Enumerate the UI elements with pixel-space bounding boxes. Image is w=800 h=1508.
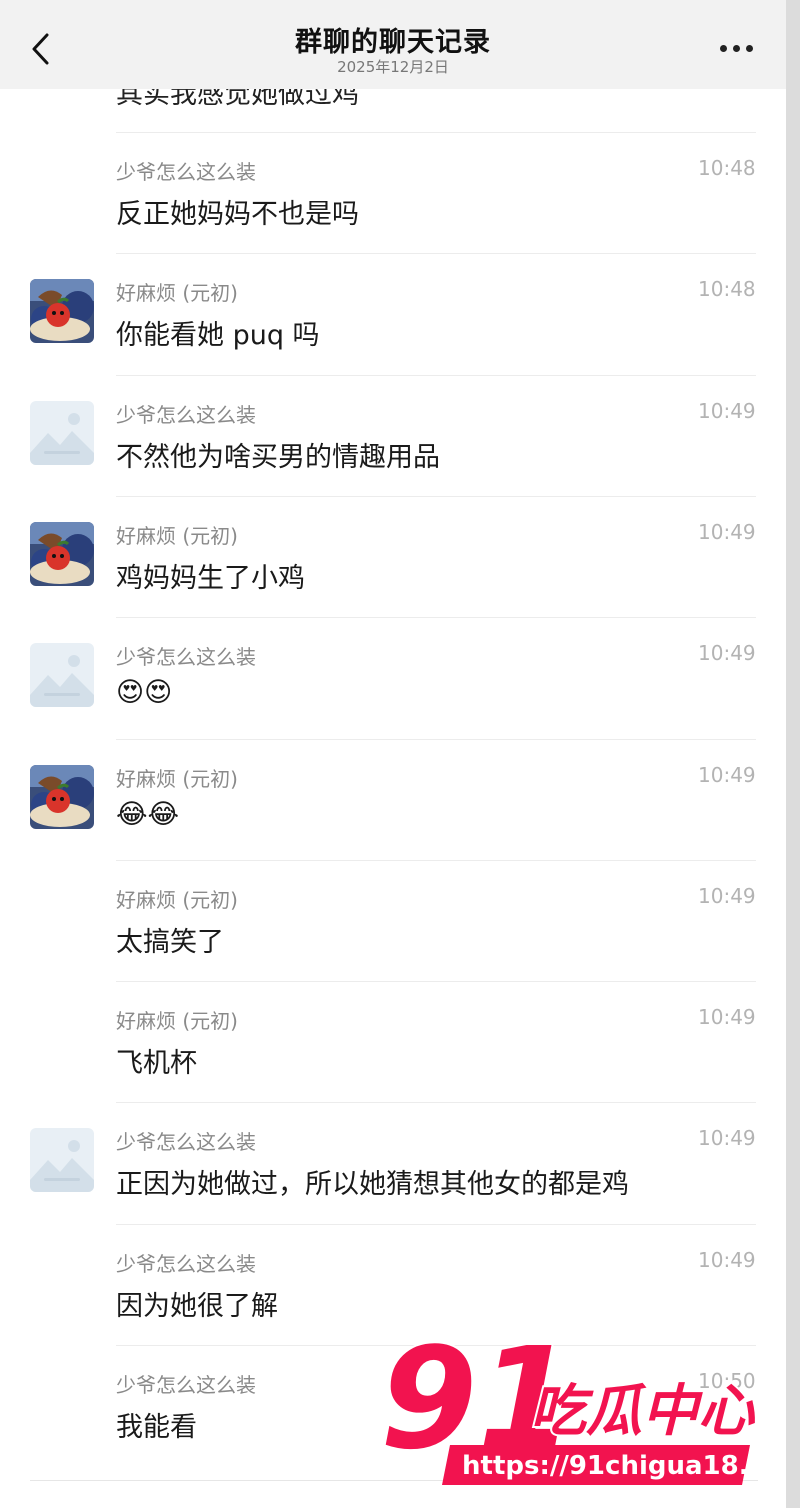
image-placeholder-icon [30,643,94,707]
top-bar: 群聊的聊天记录 2025年12月2日 [0,0,786,89]
message-divider [116,617,756,618]
message-divider [116,981,756,982]
sender-name[interactable]: 好麻烦 (元初) [116,884,238,913]
screen-edge [786,0,800,1508]
chat-title: 群聊的聊天记录 [295,27,491,58]
chat-date: 2025年12月2日 [337,58,449,76]
message-divider [116,375,756,376]
fruit-avatar-icon [30,522,94,586]
avatar[interactable] [30,279,94,343]
message-text[interactable]: 因为她很了解 [116,1284,278,1323]
message-row[interactable]: 少爷怎么这么装 10:49 不然他为啥买男的情趣用品 [0,375,786,496]
sender-name[interactable]: 好麻烦 (元初) [116,1005,238,1034]
sender-name[interactable]: 少爷怎么这么装 [116,1248,256,1277]
sender-name[interactable]: 少爷怎么这么装 [116,156,256,185]
message-text[interactable]: 正因为她做过，所以她猜想其他女的都是鸡 [116,1162,629,1201]
watermark-url: https://91chigua18.com [462,1451,780,1481]
message-row[interactable]: 好麻烦 (元初) 10:48 你能看她 puq 吗 [0,253,786,374]
message-row[interactable]: 好麻烦 (元初) 10:49 鸡妈妈生了小鸡 [0,496,786,617]
fruit-avatar-icon [30,765,94,829]
message-time: 10:48 [698,156,756,180]
message-divider [116,1102,756,1103]
message-text[interactable]: 你能看她 puq 吗 [116,313,320,352]
message-text[interactable]: 不然他为啥买男的情趣用品 [116,435,440,474]
avatar[interactable] [30,401,94,465]
message-row[interactable]: 少爷怎么这么装 10:49 正因为她做过，所以她猜想其他女的都是鸡 [0,1102,786,1223]
watermark-label: 吃瓜中心 [530,1379,756,1444]
message-time: 10:49 [698,884,756,908]
message-time: 10:49 [698,1126,756,1150]
message-time: 10:49 [698,1005,756,1029]
sender-name[interactable]: 少爷怎么这么装 [116,641,256,670]
message-row[interactable]: 好麻烦 (元初) 10:49 飞机杯 [0,981,786,1102]
message-text[interactable]: 鸡妈妈生了小鸡 [116,556,305,595]
message-text[interactable]: 😍😍 [116,677,172,708]
dot-icon [745,44,753,52]
message-time: 10:49 [698,763,756,787]
message-text[interactable]: 太搞笑了 [116,920,224,959]
image-placeholder-icon [30,1128,94,1192]
watermark-logo: 91 吃瓜中心 https://91chigua18.com [378,1316,800,1495]
sender-name[interactable]: 好麻烦 (元初) [116,763,238,792]
fruit-avatar-icon [30,279,94,343]
more-options-button[interactable] [712,30,760,66]
message-divider [116,1224,756,1225]
message-text[interactable]: 反正她妈妈不也是吗 [116,192,359,231]
image-placeholder-icon [30,401,94,465]
sender-name[interactable]: 少爷怎么这么装 [116,1126,256,1155]
sender-name[interactable]: 少爷怎么这么装 [116,399,256,428]
message-text[interactable]: 飞机杯 [116,1041,197,1080]
sender-name[interactable]: 好麻烦 (元初) [116,520,238,549]
message-divider [116,253,756,254]
sender-name[interactable]: 少爷怎么这么装 [116,1369,256,1398]
avatar[interactable] [30,1128,94,1192]
message-row[interactable]: 少爷怎么这么装 10:49 😍😍 [0,617,786,738]
message-row[interactable]: 少爷怎么这么装 10:49 因为她很了解 [0,1224,786,1345]
avatar[interactable] [30,522,94,586]
message-time: 10:48 [698,277,756,301]
message-time: 10:49 [698,641,756,665]
message-time: 10:49 [698,520,756,544]
message-divider [116,496,756,497]
message-divider [116,860,756,861]
message-divider [116,132,756,133]
message-time: 10:49 [698,399,756,423]
message-text[interactable]: 😂😂 [116,799,179,830]
avatar[interactable] [30,765,94,829]
message-time: 10:49 [698,1248,756,1272]
sender-name[interactable]: 好麻烦 (元初) [116,277,238,306]
message-row[interactable]: 好麻烦 (元初) 10:49 太搞笑了 [0,860,786,981]
message-divider [116,739,756,740]
avatar[interactable] [30,643,94,707]
dot-icon [719,44,727,52]
message-row[interactable]: 少爷怎么这么装 10:48 反正她妈妈不也是吗 [0,132,786,253]
message-row[interactable]: 好麻烦 (元初) 10:49 😂😂 [0,739,786,860]
dot-icon [732,44,740,52]
message-text[interactable]: 我能看 [116,1405,197,1444]
